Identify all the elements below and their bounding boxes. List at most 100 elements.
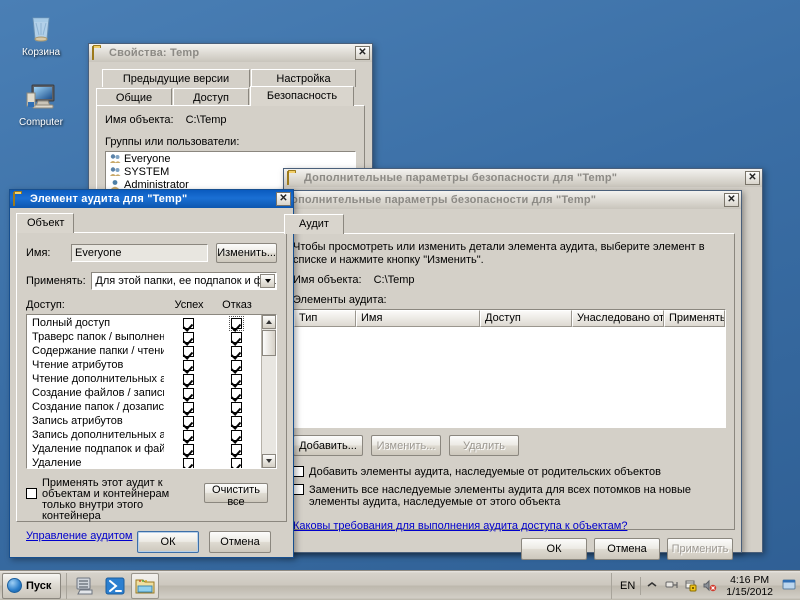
permissions-scrollbar[interactable] bbox=[261, 315, 276, 468]
tab-previous-versions[interactable]: Предыдущие версии bbox=[102, 69, 250, 87]
advanced-back-window-title: Дополнительные параметры безопасности дл… bbox=[304, 172, 618, 184]
permission-row[interactable]: Удаление подпапок и файлов bbox=[27, 442, 260, 456]
remove-button[interactable]: Удалить bbox=[449, 435, 519, 456]
permission-fail-checkbox[interactable] bbox=[230, 429, 242, 441]
permission-row[interactable]: Полный доступ bbox=[27, 315, 260, 331]
close-icon[interactable]: ✕ bbox=[276, 192, 291, 206]
permission-row[interactable]: Создание папок / дозапись данных bbox=[27, 400, 260, 414]
permission-success-checkbox[interactable] bbox=[182, 415, 194, 427]
column-inherited-from[interactable]: Унаследовано от bbox=[572, 310, 664, 327]
properties-titlebar[interactable]: Свойства: Temp ✕ bbox=[89, 44, 372, 62]
cancel-button[interactable]: Отмена bbox=[594, 538, 660, 560]
tab-object[interactable]: Объект bbox=[16, 213, 74, 233]
advanced-titlebar[interactable]: Дополнительные параметры безопасности дл… bbox=[278, 191, 741, 209]
audit-entry-titlebar[interactable]: Элемент аудита для "Temp" ✕ bbox=[10, 190, 293, 208]
taskbar-item-server-manager[interactable] bbox=[71, 573, 99, 599]
permission-success-checkbox[interactable] bbox=[182, 331, 194, 343]
tab-security[interactable]: Безопасность bbox=[250, 86, 354, 106]
column-type[interactable]: Тип bbox=[294, 310, 356, 327]
permission-success-checkbox[interactable] bbox=[182, 373, 194, 385]
change-button[interactable]: Изменить... bbox=[216, 243, 277, 263]
permission-fail-checkbox[interactable] bbox=[230, 457, 242, 468]
permissions-list[interactable]: Полный доступ Траверс папок / выполнение… bbox=[26, 314, 277, 469]
permission-row[interactable]: Удаление bbox=[27, 456, 260, 468]
clock[interactable]: 4:16 PM 1/15/2012 bbox=[722, 574, 777, 598]
container-only-checkbox[interactable] bbox=[26, 488, 37, 499]
permission-fail-checkbox[interactable] bbox=[230, 359, 242, 371]
ok-button[interactable]: ОК bbox=[521, 538, 587, 560]
permission-success-checkbox[interactable] bbox=[182, 429, 194, 441]
advanced-back-titlebar[interactable]: Дополнительные параметры безопасности дл… bbox=[284, 169, 762, 187]
taskbar-item-explorer[interactable] bbox=[131, 572, 160, 599]
tab-audit[interactable]: Аудит bbox=[284, 214, 344, 234]
audit-requirements-link[interactable]: Каковы требования для выполнения аудита … bbox=[293, 520, 627, 532]
permission-fail-checkbox[interactable] bbox=[230, 401, 242, 413]
advanced-security-window[interactable]: Дополнительные параметры безопасности дл… bbox=[277, 190, 742, 560]
add-button[interactable]: Добавить... bbox=[293, 435, 363, 456]
permission-success-checkbox[interactable] bbox=[182, 387, 194, 399]
tab-sharing[interactable]: Доступ bbox=[173, 88, 249, 106]
permission-fail-checkbox[interactable] bbox=[230, 415, 242, 427]
volume-muted-icon[interactable] bbox=[703, 579, 717, 593]
permission-success-checkbox[interactable] bbox=[182, 359, 194, 371]
show-hidden-icons-icon[interactable] bbox=[646, 579, 660, 593]
desktop-icon-recycle-bin[interactable]: Корзина bbox=[6, 10, 76, 59]
permission-success-checkbox[interactable] bbox=[182, 401, 194, 413]
scroll-down-icon[interactable] bbox=[262, 454, 276, 468]
close-icon[interactable]: ✕ bbox=[745, 171, 760, 185]
manage-audit-link[interactable]: Управление аудитом bbox=[26, 530, 133, 542]
name-field[interactable]: Everyone bbox=[71, 244, 209, 262]
action-center-icon[interactable] bbox=[684, 579, 698, 593]
permission-fail-checkbox[interactable] bbox=[228, 315, 244, 331]
permission-row[interactable]: Чтение атрибутов bbox=[27, 358, 260, 372]
scrollbar-thumb[interactable] bbox=[262, 330, 276, 356]
list-item[interactable]: Everyone bbox=[106, 152, 355, 165]
chevron-down-icon[interactable] bbox=[260, 274, 275, 288]
permission-fail-checkbox[interactable] bbox=[230, 345, 242, 357]
advanced-description: Чтобы просмотреть или изменить детали эл… bbox=[293, 241, 705, 266]
tab-customize[interactable]: Настройка bbox=[251, 69, 356, 87]
permission-success-checkbox[interactable] bbox=[182, 345, 194, 357]
edit-button[interactable]: Изменить... bbox=[371, 435, 441, 456]
column-applies-to[interactable]: Применять к bbox=[664, 310, 725, 327]
folder-explorer-icon bbox=[135, 579, 155, 593]
audit-entry-window[interactable]: Элемент аудита для "Temp" ✕ Объект Имя: … bbox=[9, 189, 294, 558]
taskbar-item-powershell[interactable] bbox=[101, 573, 129, 599]
inherit-audit-checkbox[interactable] bbox=[293, 466, 304, 477]
scroll-up-icon[interactable] bbox=[262, 315, 276, 329]
permission-row[interactable]: Создание файлов / запись данных bbox=[27, 386, 260, 400]
permission-row[interactable]: Содержание папки / чтение данных bbox=[27, 344, 260, 358]
column-access[interactable]: Доступ bbox=[480, 310, 572, 327]
tab-general[interactable]: Общие bbox=[96, 88, 172, 106]
taskbar[interactable]: Пуск EN 4:16 PM 1/15/2012 bbox=[0, 570, 800, 600]
replace-audit-checkbox[interactable] bbox=[293, 484, 304, 495]
close-icon[interactable]: ✕ bbox=[724, 193, 739, 207]
close-icon[interactable]: ✕ bbox=[355, 46, 370, 60]
clear-all-button[interactable]: Очистить все bbox=[204, 483, 268, 508]
show-desktop-icon[interactable] bbox=[782, 579, 796, 593]
permission-row[interactable]: Запись атрибутов bbox=[27, 414, 260, 428]
permission-fail-checkbox[interactable] bbox=[230, 443, 242, 455]
replace-option-row[interactable]: Заменить все наследуемые элементы аудита… bbox=[293, 484, 726, 508]
permission-success-checkbox[interactable] bbox=[182, 443, 194, 455]
start-button[interactable]: Пуск bbox=[2, 572, 62, 599]
container-only-row[interactable]: Применять этот аудит к объектам и контей… bbox=[26, 478, 277, 522]
permission-fail-checkbox[interactable] bbox=[230, 331, 242, 343]
audit-entry-actions: Добавить... Изменить... Удалить bbox=[293, 435, 726, 456]
permission-fail-checkbox[interactable] bbox=[230, 387, 242, 399]
permission-fail-checkbox[interactable] bbox=[230, 373, 242, 385]
permission-row[interactable]: Запись дополнительных атрибутов bbox=[27, 428, 260, 442]
permission-row[interactable]: Чтение дополнительных атрибутов bbox=[27, 372, 260, 386]
apply-to-combobox[interactable]: Для этой папки, ее подпапок и файлов bbox=[91, 272, 277, 290]
permission-success-checkbox[interactable] bbox=[182, 457, 194, 468]
network-icon[interactable] bbox=[665, 579, 679, 593]
name-row: Имя: Everyone Изменить... bbox=[26, 243, 277, 263]
inherit-option-row[interactable]: Добавить элементы аудита, наследуемые от… bbox=[293, 466, 726, 478]
permission-success-checkbox[interactable] bbox=[182, 317, 194, 329]
desktop-icon-computer[interactable]: Computer bbox=[6, 80, 76, 129]
language-indicator[interactable]: EN bbox=[620, 580, 635, 592]
apply-button[interactable]: Применить bbox=[667, 538, 733, 560]
column-name[interactable]: Имя bbox=[356, 310, 480, 327]
audit-entries-list[interactable]: Тип Имя Доступ Унаследовано от Применять… bbox=[293, 309, 726, 428]
permission-row[interactable]: Траверс папок / выполнение файлов bbox=[27, 330, 260, 344]
